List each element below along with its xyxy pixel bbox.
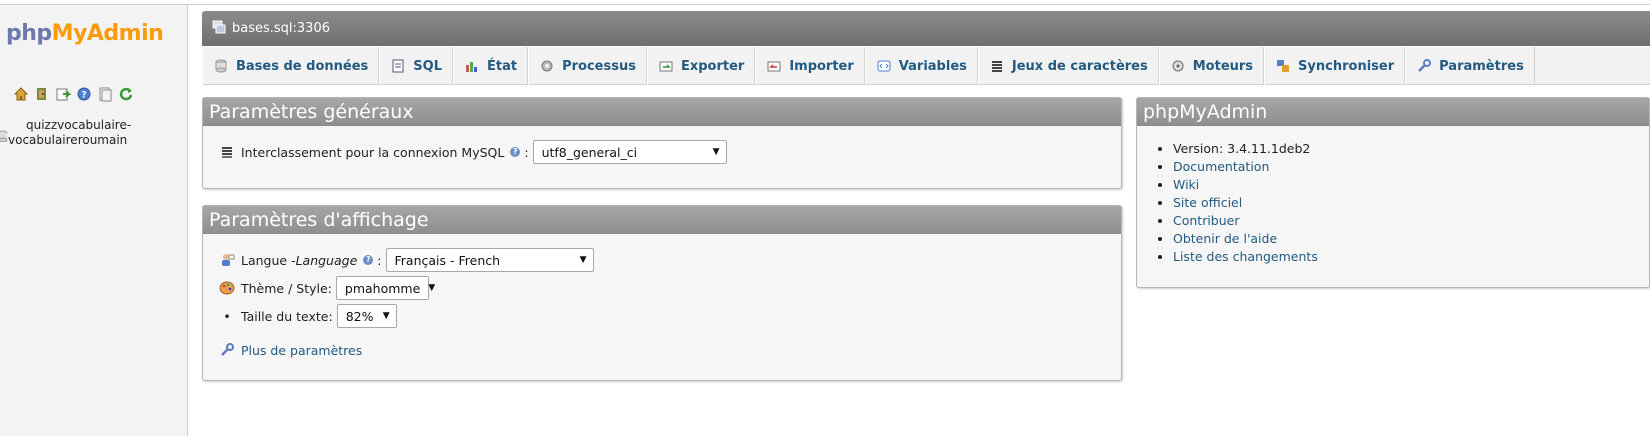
tab-settings[interactable]: Paramètres bbox=[1405, 47, 1535, 85]
more-settings-link[interactable]: Plus de paramètres bbox=[241, 343, 362, 358]
list-item: Obtenir de l'aide bbox=[1173, 230, 1318, 248]
home-icon[interactable] bbox=[12, 85, 29, 102]
language-select[interactable]: Français - French ▼ bbox=[385, 248, 594, 272]
tab-variables[interactable]: Variables bbox=[864, 47, 978, 85]
list-item: Site officiel bbox=[1173, 194, 1318, 212]
theme-select[interactable]: pmahomme ▼ bbox=[335, 276, 435, 300]
database-name-line2: vocabulaireroumain bbox=[8, 133, 128, 147]
collation-label: Interclassement pour la connexion MySQL bbox=[241, 144, 505, 160]
main-tabs: Bases de données SQL État Processus Expo… bbox=[202, 47, 1650, 85]
phpmyadmin-logo[interactable]: phpMyAdmin bbox=[6, 21, 164, 46]
language-row: Langue - Language ?: Français - French ▼ bbox=[219, 248, 594, 272]
version-item: Version: 3.4.11.1deb2 bbox=[1173, 140, 1318, 158]
import-icon bbox=[766, 58, 782, 74]
theme-row: Thème / Style: pmahomme ▼ bbox=[219, 276, 435, 300]
contribute-link[interactable]: Contribuer bbox=[1173, 213, 1240, 228]
language-icon bbox=[219, 252, 235, 268]
official-site-link[interactable]: Site officiel bbox=[1173, 195, 1242, 210]
general-settings-panel: Paramètres généraux Interclassement pour… bbox=[202, 97, 1122, 189]
theme-label: Thème / Style: bbox=[241, 280, 332, 296]
colon: : bbox=[524, 144, 529, 160]
nav-icons: ? bbox=[12, 85, 134, 102]
chevron-down-icon: ▼ bbox=[428, 283, 436, 293]
tab-export[interactable]: Exporter bbox=[646, 47, 756, 85]
list-item: Contribuer bbox=[1173, 212, 1318, 230]
chevron-down-icon: ▼ bbox=[712, 147, 720, 157]
display-settings-panel: Paramètres d'affichage Langue - Language… bbox=[202, 205, 1122, 381]
server-icon bbox=[212, 20, 226, 38]
collation-select[interactable]: utf8_general_ci ▼ bbox=[532, 140, 727, 164]
status-icon bbox=[464, 58, 480, 74]
documentation-link[interactable]: Documentation bbox=[1173, 159, 1269, 174]
tab-sql[interactable]: SQL bbox=[379, 47, 453, 85]
engines-icon bbox=[1170, 58, 1186, 74]
variables-icon bbox=[876, 58, 892, 74]
exit-icon[interactable] bbox=[33, 85, 50, 102]
tab-databases[interactable]: Bases de données bbox=[202, 47, 380, 85]
help-icon[interactable]: ? bbox=[510, 147, 521, 157]
get-help-link[interactable]: Obtenir de l'aide bbox=[1173, 231, 1277, 246]
database-icon bbox=[213, 58, 229, 74]
general-settings-title: Paramètres généraux bbox=[203, 98, 1121, 126]
wrench-icon bbox=[219, 342, 235, 358]
top-border bbox=[0, 0, 1650, 5]
database-name-line1: quizzvocabulaire- bbox=[26, 118, 132, 132]
wiki-link[interactable]: Wiki bbox=[1173, 177, 1199, 192]
charset-icon bbox=[989, 58, 1005, 74]
phpmyadmin-info-panel: phpMyAdmin Version: 3.4.11.1deb2 Documen… bbox=[1136, 97, 1650, 288]
colon: : bbox=[377, 252, 382, 268]
sync-icon bbox=[1275, 58, 1291, 74]
language-label: Langue - bbox=[241, 252, 296, 268]
more-settings-row: Plus de paramètres bbox=[219, 342, 362, 358]
tab-processes[interactable]: Processus bbox=[528, 47, 647, 85]
changelog-link[interactable]: Liste des changements bbox=[1173, 249, 1318, 264]
wrench-icon bbox=[1416, 58, 1432, 74]
process-icon bbox=[539, 58, 555, 74]
help-icon[interactable]: ? bbox=[75, 85, 92, 102]
phpmyadmin-info-title: phpMyAdmin bbox=[1137, 98, 1649, 126]
tab-synchronize[interactable]: Synchroniser bbox=[1264, 47, 1406, 85]
export-icon bbox=[658, 58, 674, 74]
collation-row: Interclassement pour la connexion MySQL … bbox=[219, 140, 727, 164]
database-item[interactable]: quizzvocabulaire-vocabulaireroumain bbox=[0, 118, 131, 148]
sql-icon bbox=[390, 58, 406, 74]
tab-status[interactable]: État bbox=[452, 47, 529, 85]
help-icon[interactable]: ? bbox=[363, 255, 374, 265]
list-item: Documentation bbox=[1173, 158, 1318, 176]
server-breadcrumb: bases.sql:3306 bbox=[202, 11, 1650, 46]
reload-icon[interactable] bbox=[117, 85, 134, 102]
tab-charsets[interactable]: Jeux de caractères bbox=[977, 47, 1159, 85]
database-icon bbox=[0, 130, 8, 143]
query-icon[interactable] bbox=[54, 85, 71, 102]
list-item: Wiki bbox=[1173, 176, 1318, 194]
tab-import[interactable]: Importer bbox=[755, 47, 865, 85]
language-label-italic: Language bbox=[295, 252, 358, 268]
info-list: Version: 3.4.11.1deb2 Documentation Wiki… bbox=[1173, 140, 1318, 266]
tab-engines[interactable]: Moteurs bbox=[1158, 47, 1265, 85]
bullet: • bbox=[223, 308, 231, 324]
chevron-down-icon: ▼ bbox=[382, 311, 390, 321]
navigation-frame: phpMyAdmin ? quizzvocabulaire-vocabulair… bbox=[0, 5, 188, 436]
text-size-label: Taille du texte: bbox=[241, 308, 333, 324]
server-title[interactable]: bases.sql:3306 bbox=[232, 21, 330, 36]
list-icon bbox=[219, 144, 235, 160]
text-size-row: • Taille du texte: 82% ▼ bbox=[219, 304, 397, 328]
palette-icon bbox=[219, 280, 235, 296]
svg-text:?: ? bbox=[81, 90, 86, 100]
display-settings-title: Paramètres d'affichage bbox=[203, 206, 1121, 234]
docs-icon[interactable] bbox=[96, 85, 113, 102]
chevron-down-icon: ▼ bbox=[579, 255, 587, 265]
text-size-select[interactable]: 82% ▼ bbox=[336, 304, 397, 328]
list-item: Liste des changements bbox=[1173, 248, 1318, 266]
